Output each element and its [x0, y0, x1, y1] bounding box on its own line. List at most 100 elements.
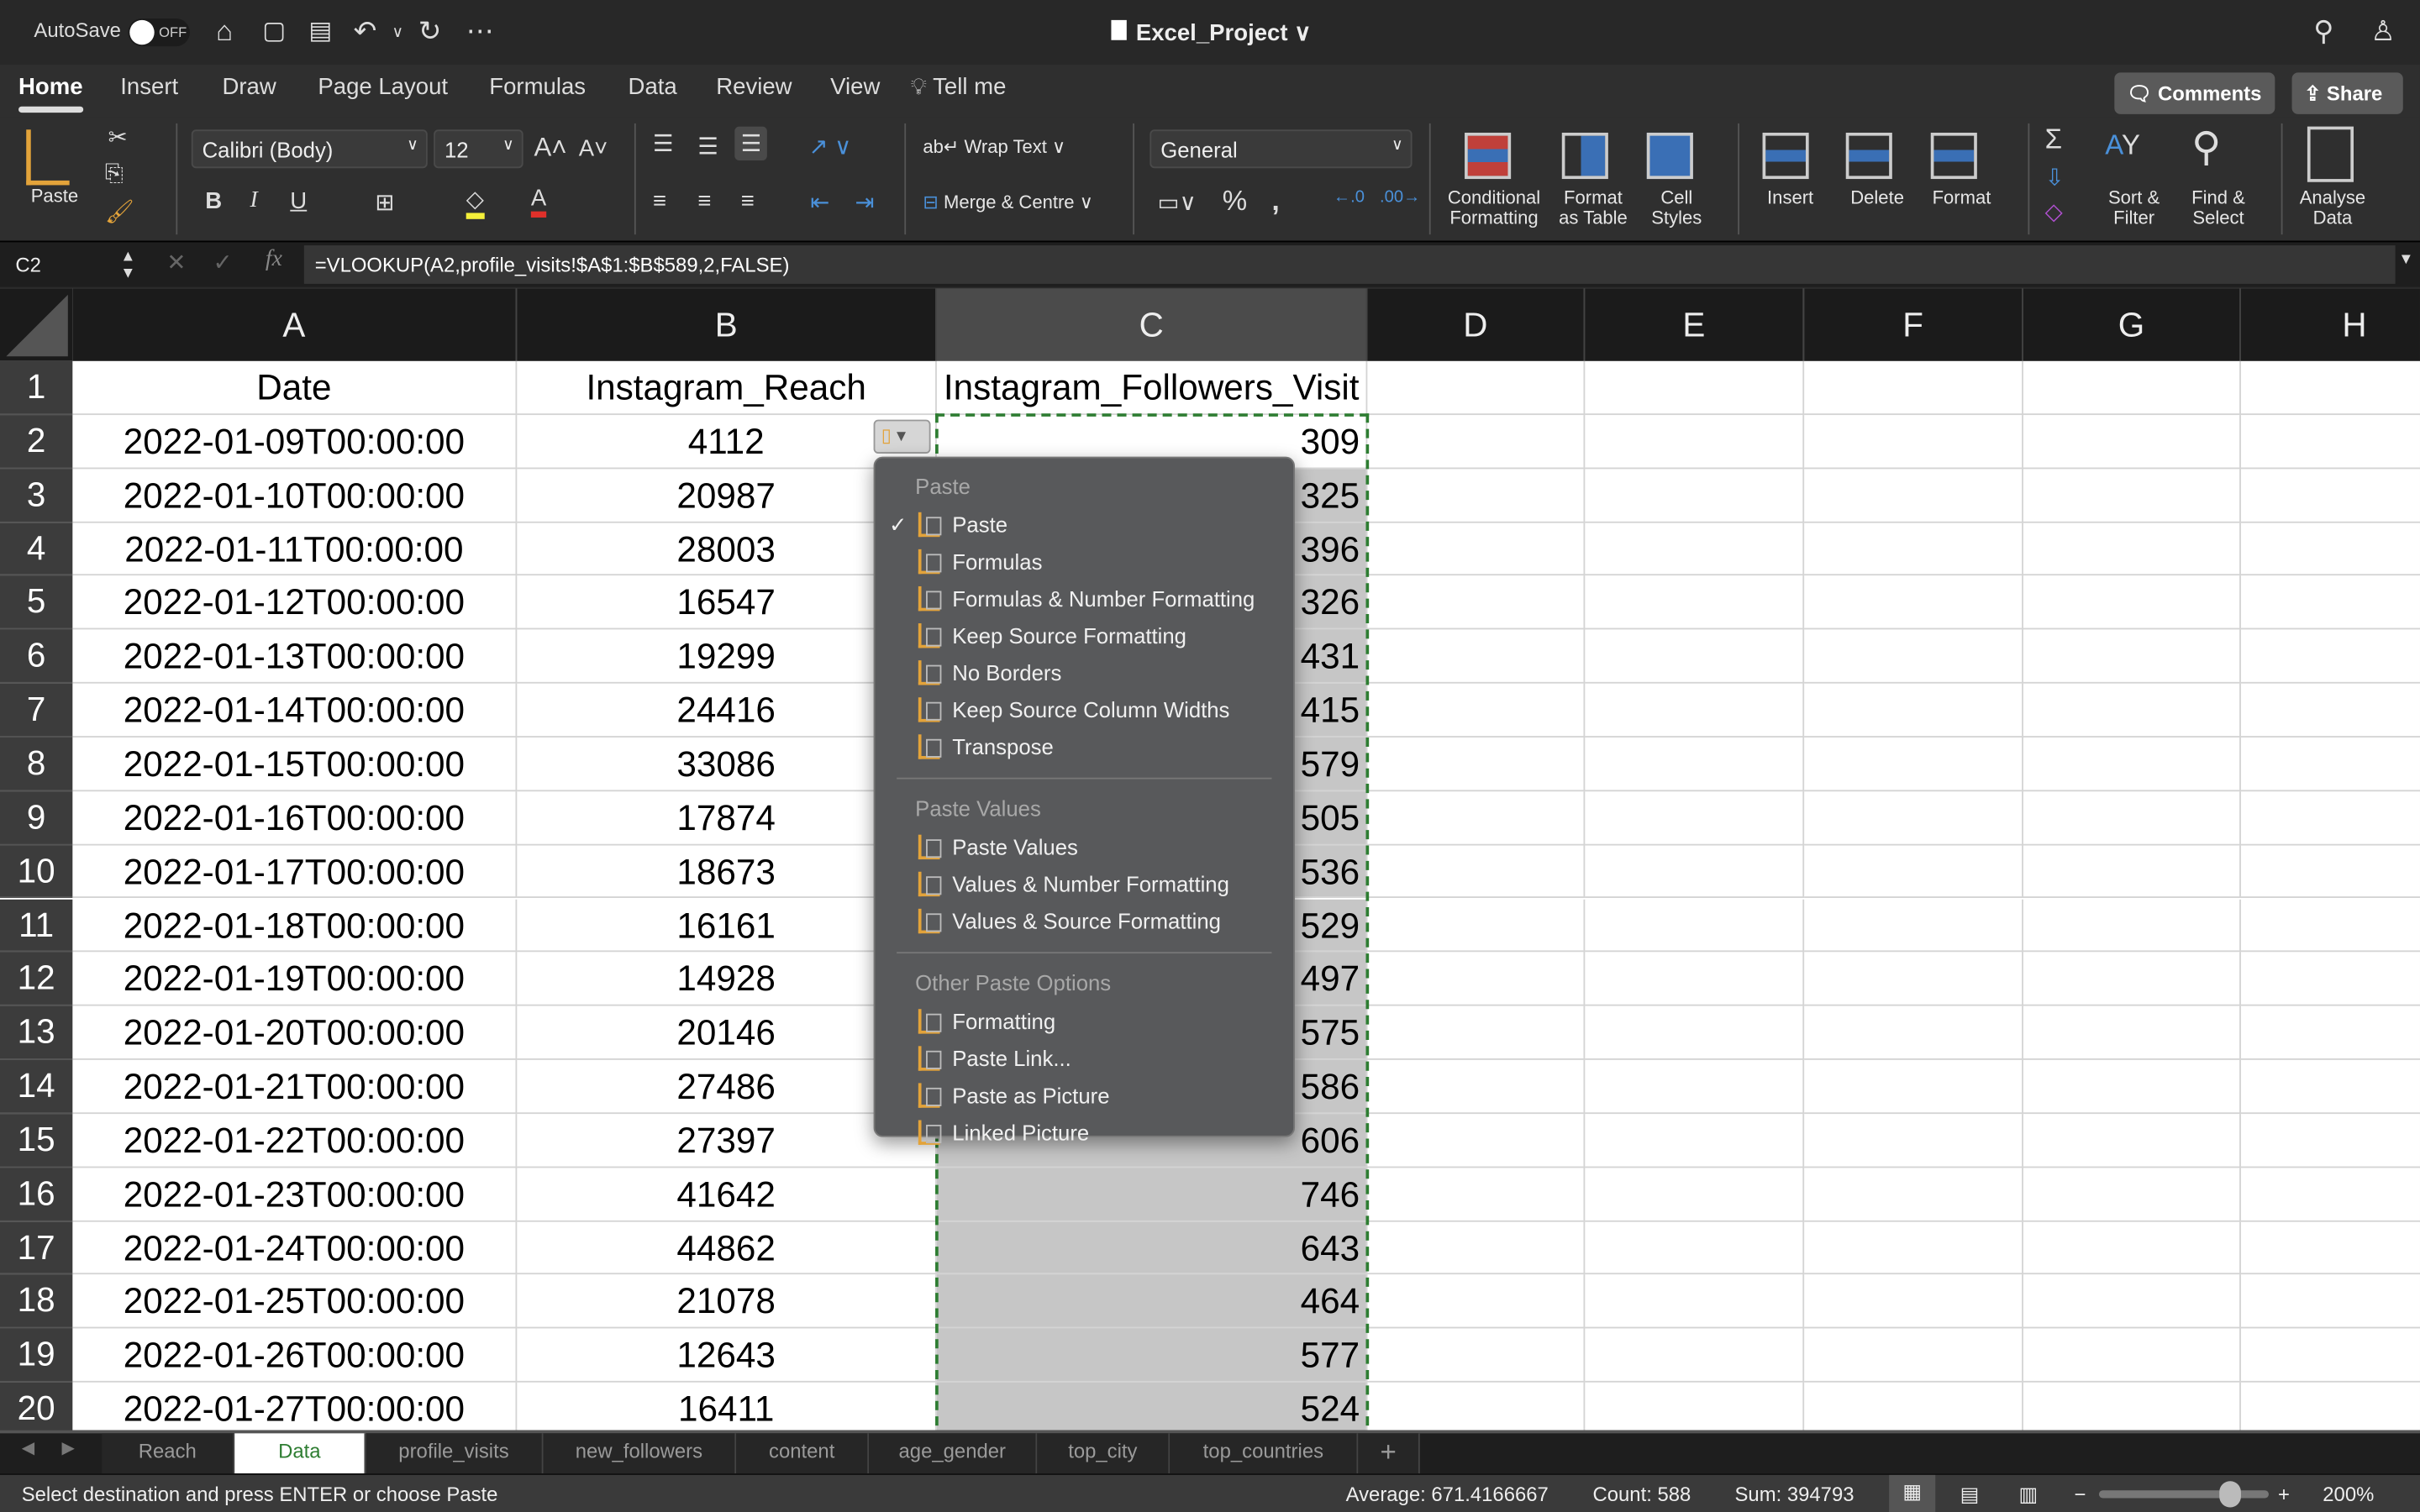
row-header[interactable]: 20 [0, 1382, 73, 1431]
decrease-indent-icon[interactable]: ⇤ [810, 188, 829, 216]
fill-icon[interactable]: ⇩ [2045, 164, 2065, 192]
cell[interactable] [1804, 952, 2023, 1006]
cell[interactable]: 2022-01-20T00:00:00 [72, 1005, 518, 1060]
cell[interactable] [1367, 575, 1586, 630]
conditional-formatting-icon[interactable] [1465, 132, 1512, 180]
cell[interactable] [2241, 1383, 2420, 1431]
add-sheet-button[interactable]: + [1358, 1433, 1420, 1474]
cell[interactable] [1585, 952, 1805, 1006]
page-break-view-icon[interactable]: ▥ [2018, 1483, 2038, 1507]
column-header-F[interactable]: F [1804, 288, 2023, 361]
cell[interactable] [1585, 1328, 1805, 1383]
font-size-select[interactable]: 12 ∨ [434, 129, 523, 169]
cell[interactable] [1585, 1382, 1805, 1431]
menu-item[interactable]: Paste as Picture [875, 1077, 1293, 1114]
undo-dropdown-icon[interactable]: ∨ [392, 24, 403, 41]
cell[interactable] [2023, 1167, 2241, 1221]
cell[interactable] [1804, 1059, 2023, 1114]
cell-styles-button[interactable]: Cell Styles [1651, 187, 1702, 228]
orientation-icon[interactable]: ↗ ∨ [808, 133, 851, 160]
sheet-tab-top-city[interactable]: top_city [1037, 1433, 1171, 1474]
percent-icon[interactable]: % [1223, 185, 1247, 218]
paste-options-button[interactable]: ▯ ▾ [873, 419, 931, 454]
cell[interactable] [1585, 522, 1805, 576]
row-header[interactable]: 6 [0, 629, 73, 684]
row-header[interactable]: 15 [0, 1113, 73, 1168]
cell[interactable]: 41642 [517, 1167, 937, 1221]
sheet-tab-new-followers[interactable]: new_followers [543, 1433, 737, 1474]
cell[interactable] [1367, 1059, 1586, 1114]
cell[interactable]: 2022-01-24T00:00:00 [72, 1221, 518, 1275]
cell[interactable] [2240, 899, 2420, 953]
merge-centre-button[interactable]: ⊟ Merge & Centre ∨ [923, 192, 1092, 213]
format-cells-icon[interactable] [1930, 132, 1977, 180]
analyse-data-button[interactable]: Analyse Data [2300, 187, 2365, 228]
cell[interactable]: 2022-01-11T00:00:00 [72, 522, 518, 576]
sort-filter-icon[interactable]: AY [2105, 129, 2140, 162]
align-bottom-icon[interactable]: ☰ [734, 126, 768, 161]
font-color-icon[interactable]: A [530, 185, 547, 218]
cell[interactable] [1804, 468, 2023, 522]
share-button[interactable]: ⇪ Share [2291, 72, 2403, 114]
cancel-icon[interactable]: ✕ [166, 249, 186, 276]
cell[interactable]: 643 [936, 1221, 1368, 1275]
accounting-format-icon[interactable]: ▭∨ [1158, 188, 1197, 216]
cell[interactable] [1804, 790, 2023, 845]
row-header[interactable]: 7 [0, 683, 73, 738]
cell[interactable] [1367, 898, 1586, 953]
conditional-formatting-button[interactable]: Conditional Formatting [1448, 187, 1540, 228]
cell[interactable] [1585, 1059, 1805, 1114]
cell[interactable] [1585, 737, 1805, 791]
header-cell[interactable]: Instagram_Followers_Visit [936, 360, 1368, 415]
cell[interactable] [1367, 1113, 1586, 1168]
cell[interactable] [1585, 1113, 1805, 1168]
cell[interactable] [1585, 683, 1805, 738]
align-top-icon[interactable]: ☰ [653, 129, 674, 157]
menu-item[interactable]: Formulas & Number Formatting [875, 580, 1293, 617]
cell[interactable]: 2022-01-26T00:00:00 [72, 1328, 518, 1383]
row-header[interactable]: 14 [0, 1059, 73, 1114]
cell[interactable]: 44862 [517, 1221, 937, 1275]
cell[interactable] [1585, 844, 1805, 899]
cell[interactable] [2240, 1275, 2420, 1329]
cell[interactable] [1804, 683, 2023, 738]
format-button[interactable]: Format [1933, 187, 1991, 208]
cell[interactable] [1804, 1113, 2023, 1168]
cell[interactable] [1585, 575, 1805, 630]
cell[interactable] [2240, 469, 2420, 522]
cell[interactable]: 2022-01-19T00:00:00 [72, 952, 518, 1006]
cell[interactable] [1585, 414, 1805, 469]
page-layout-view-icon[interactable]: ▤ [1960, 1483, 1980, 1507]
comma-style-icon[interactable]: , [1271, 185, 1279, 218]
menu-item[interactable]: Values & Source Formatting [875, 902, 1293, 939]
format-as-table-button[interactable]: Format as Table [1559, 187, 1628, 228]
cell[interactable] [2240, 1168, 2420, 1221]
cell[interactable] [2240, 1006, 2420, 1060]
function-icon[interactable]: fx [266, 247, 282, 273]
cell[interactable] [1367, 790, 1586, 845]
header-cell[interactable] [1804, 360, 2023, 415]
cell[interactable] [2023, 1059, 2241, 1114]
zoom-slider[interactable] [2098, 1481, 2269, 1508]
cell[interactable]: 2022-01-13T00:00:00 [72, 629, 518, 684]
increase-indent-icon[interactable]: ⇥ [855, 188, 875, 216]
delete-cells-icon[interactable] [1845, 132, 1892, 180]
cell[interactable]: 2022-01-17T00:00:00 [72, 844, 518, 899]
sheet-tab-top-countries[interactable]: top_countries [1170, 1433, 1359, 1474]
increase-font-icon[interactable]: A˄ [534, 133, 567, 164]
cell[interactable] [1367, 844, 1586, 899]
cell[interactable] [2240, 415, 2420, 469]
prev-sheet-icon[interactable]: ◀ [22, 1438, 35, 1458]
cell[interactable] [2023, 1328, 2241, 1383]
cell[interactable]: 524 [936, 1382, 1368, 1431]
tab-data[interactable]: Data [629, 74, 677, 100]
select-all-button[interactable] [0, 288, 73, 361]
cell[interactable]: 2022-01-18T00:00:00 [72, 898, 518, 953]
cell[interactable] [2023, 898, 2241, 953]
cell[interactable] [1804, 575, 2023, 630]
zoom-level[interactable]: 200% [2323, 1483, 2374, 1506]
cell[interactable]: 2022-01-16T00:00:00 [72, 790, 518, 845]
cell[interactable] [2023, 1005, 2241, 1060]
find-select-button[interactable]: Find & Select [2191, 187, 2245, 228]
sort-filter-button[interactable]: Sort & Filter [2108, 187, 2160, 228]
